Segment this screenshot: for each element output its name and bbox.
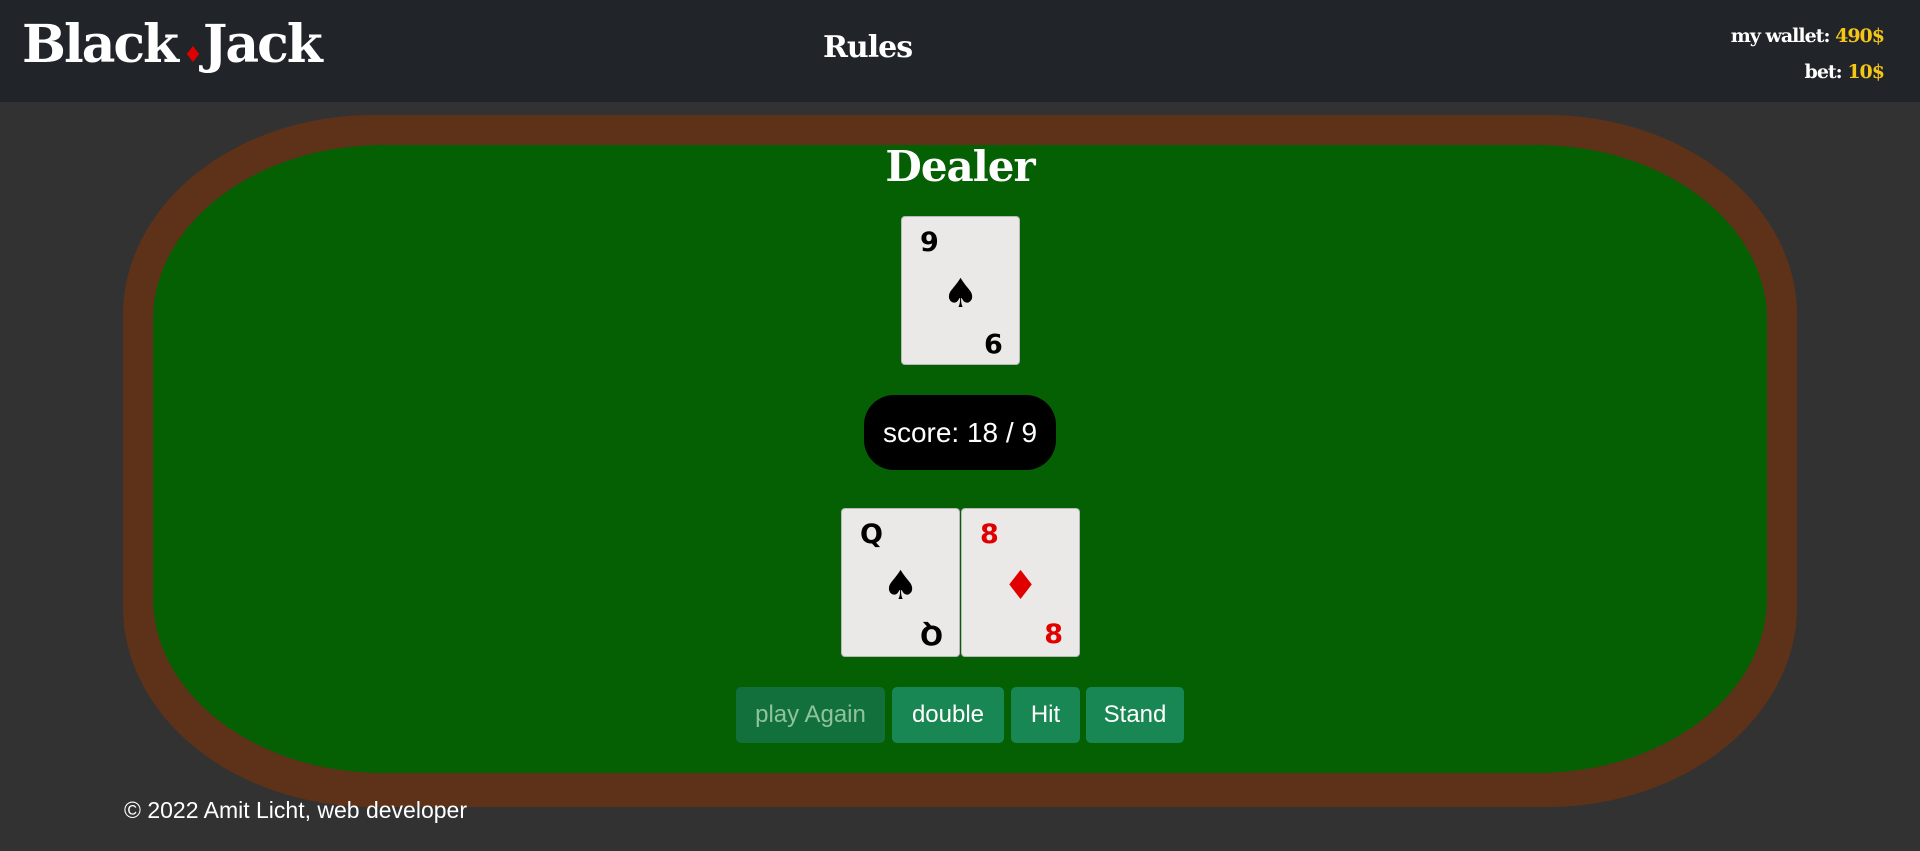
dealer-title: Dealer (885, 142, 1035, 191)
player-card: Q ♠ Q (841, 508, 960, 657)
wallet-line: my wallet: 490$ (1730, 18, 1885, 54)
bet-label: bet: (1804, 61, 1843, 83)
double-button[interactable]: double (892, 687, 1004, 743)
card-rank-bottom: 9 (984, 327, 1003, 358)
brand-left: Black (22, 14, 179, 75)
spade-icon: ♠ (942, 271, 979, 317)
footer-credit: © 2022 Amit Licht, web developer (124, 797, 467, 823)
card-rank-top: Q (860, 519, 883, 550)
spade-icon: ♠ (882, 563, 919, 609)
card-rank-bottom: 8 (1044, 619, 1063, 650)
play-again-button[interactable]: play Again (736, 687, 885, 743)
wallet-panel: my wallet: 490$ bet: 10$ (1730, 18, 1885, 90)
hit-button[interactable]: Hit (1011, 687, 1080, 743)
bet-value: 10$ (1847, 61, 1885, 83)
card-rank-bottom: Q (920, 619, 943, 650)
diamond-icon: ♦ (1002, 563, 1039, 609)
card-rank-top: 9 (920, 227, 939, 258)
bet-line: bet: 10$ (1731, 54, 1885, 90)
stand-button[interactable]: Stand (1086, 687, 1184, 743)
wallet-value: 490$ (1835, 25, 1885, 47)
dealer-card: 9 ♠ 9 (901, 216, 1020, 365)
brand-logo[interactable]: Black ♦ Jack (22, 14, 323, 75)
rules-link[interactable]: Rules (823, 30, 913, 65)
wallet-label: my wallet: (1730, 25, 1831, 47)
card-rank-top: 8 (980, 519, 999, 550)
brand-right: Jack (202, 14, 323, 75)
player-card: 8 ♦ 8 (961, 508, 1080, 657)
navbar: Black ♦ Jack Rules my wallet: 490$ bet: … (0, 0, 1920, 102)
score-badge: score: 18 / 9 (864, 395, 1056, 470)
diamond-icon: ♦ (183, 42, 203, 68)
